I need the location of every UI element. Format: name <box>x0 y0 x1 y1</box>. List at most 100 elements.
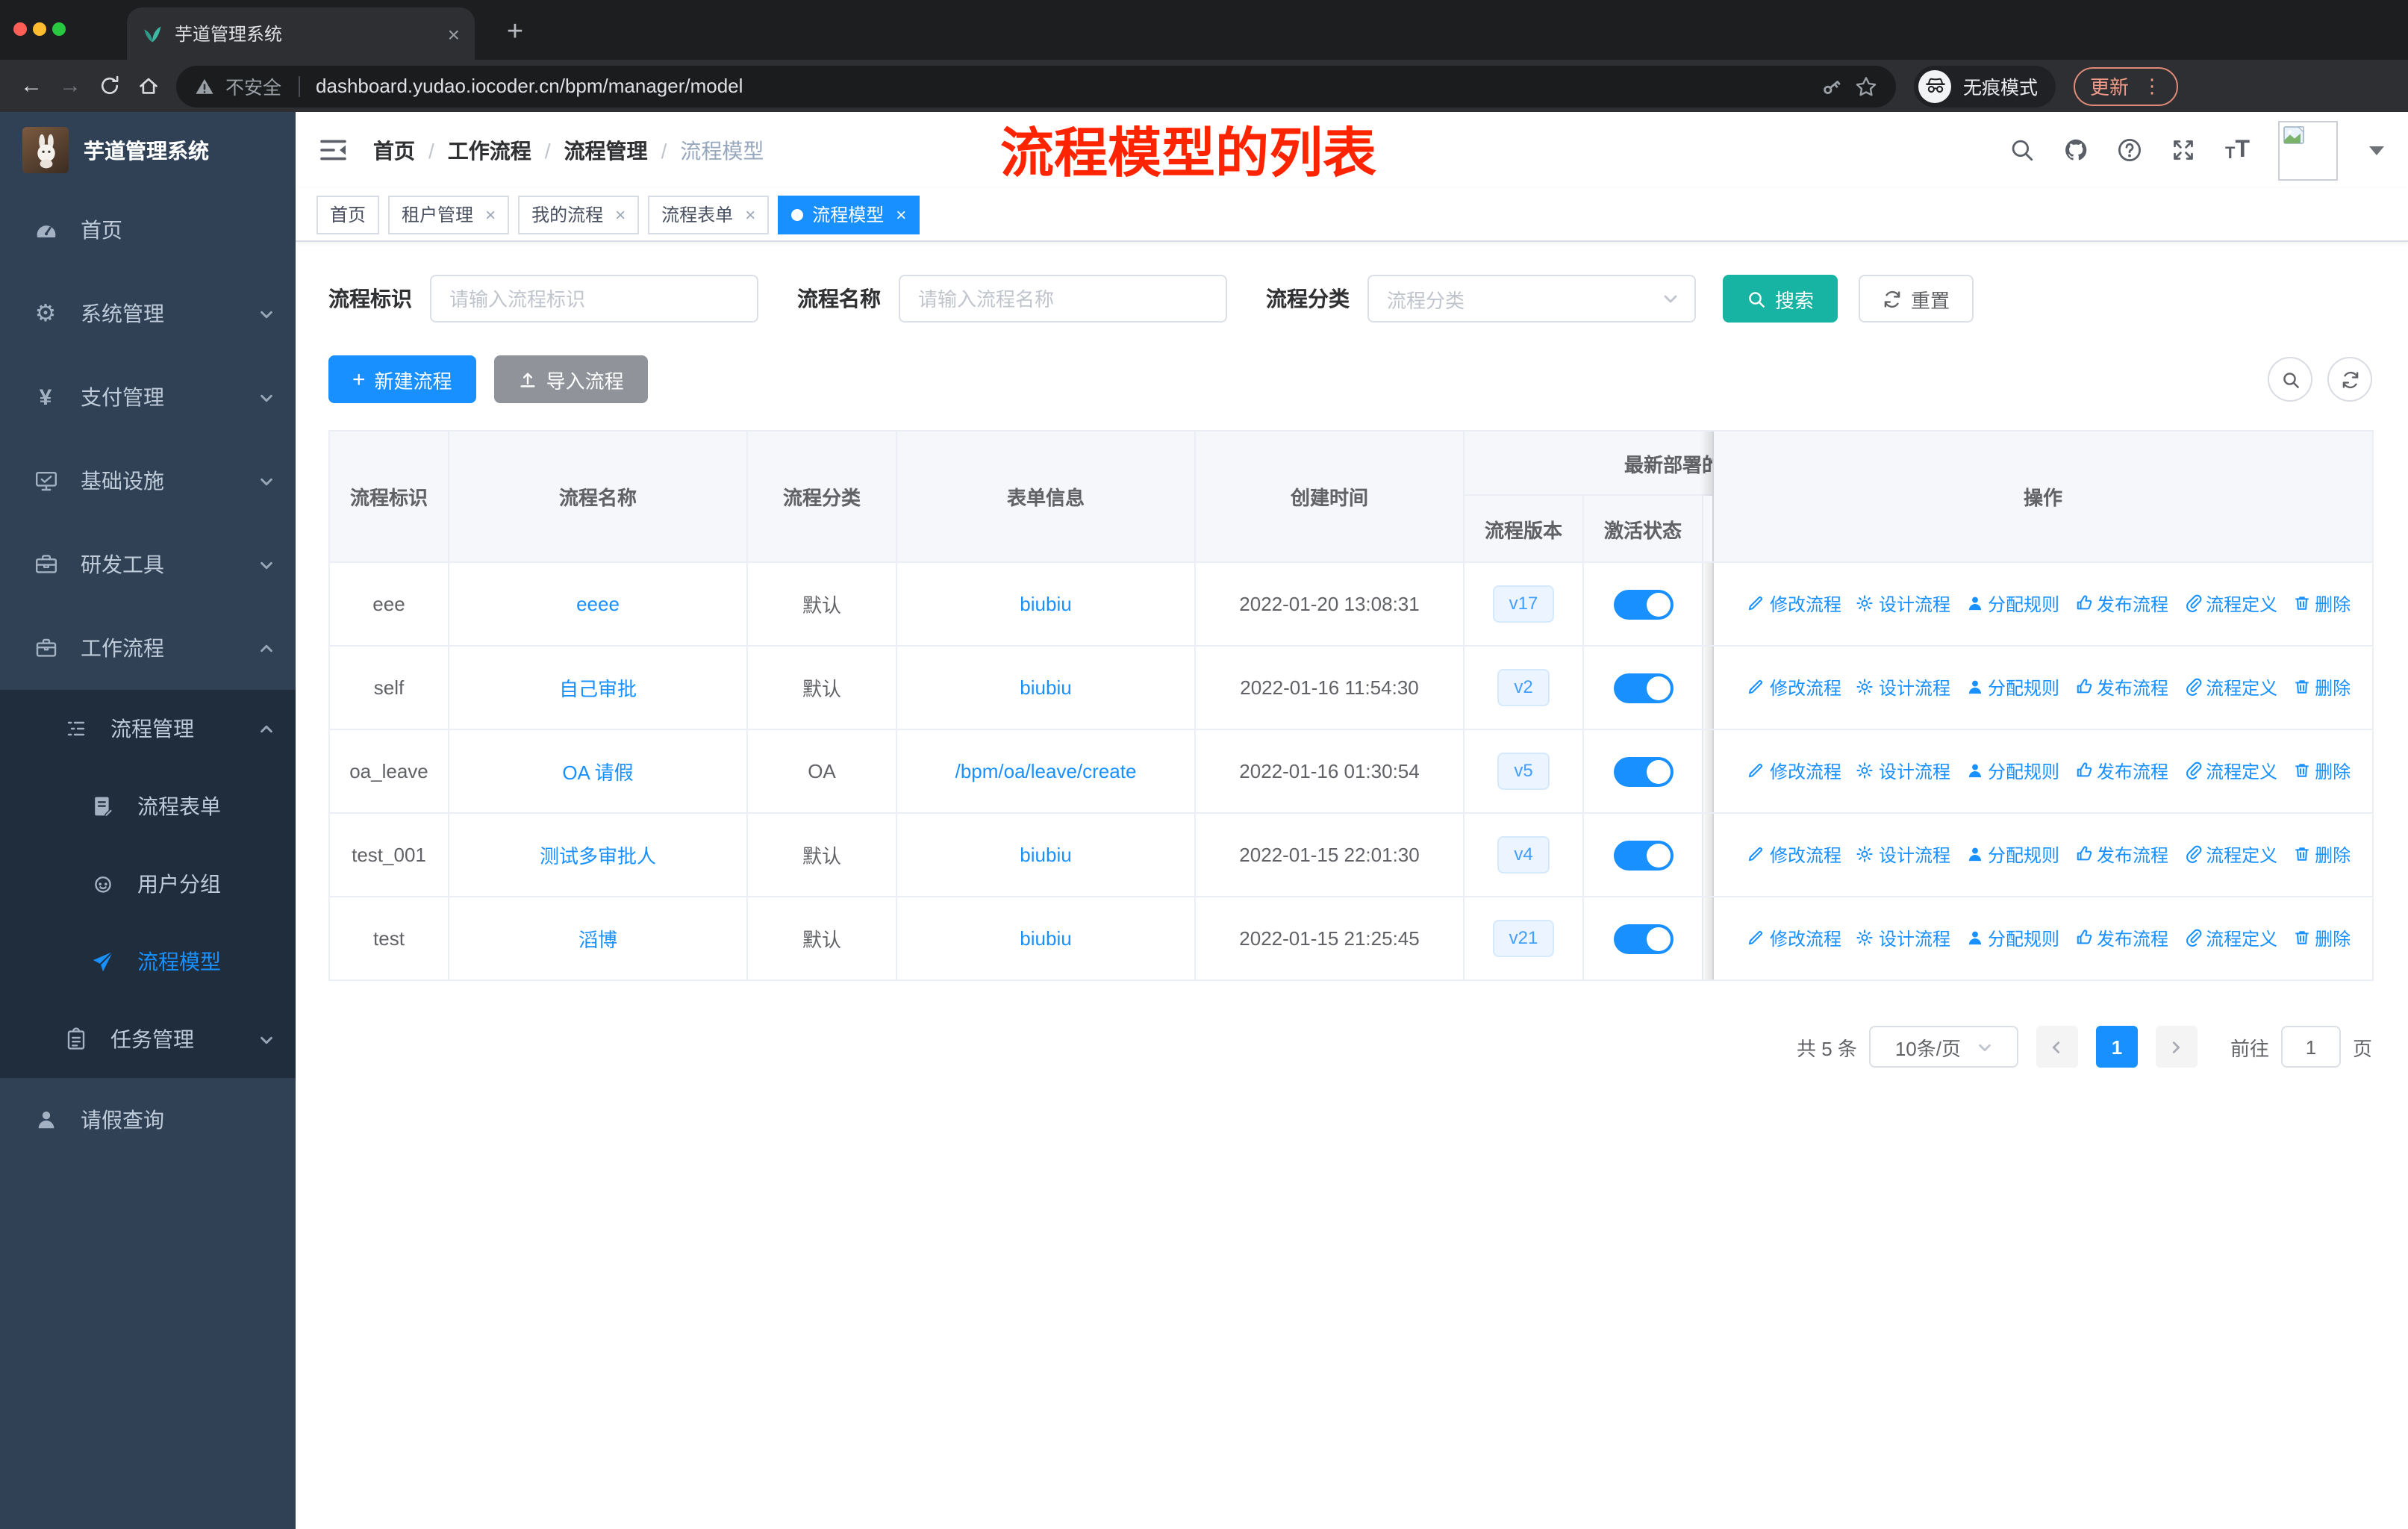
process-name-link[interactable]: 测试多审批人 <box>540 845 656 868</box>
caret-down-icon[interactable] <box>2369 146 2384 155</box>
sidebar-item-system[interactable]: ⚙ 系统管理 <box>0 272 296 355</box>
tag-process-model[interactable]: 流程模型 × <box>778 195 920 234</box>
row-action-edit[interactable]: 修改流程 <box>1747 759 1841 784</box>
breadcrumb-workflow[interactable]: 工作流程 <box>448 135 531 165</box>
create-process-button[interactable]: + 新建流程 <box>328 355 476 403</box>
refresh-table-button[interactable] <box>2327 357 2372 402</box>
tab-close-icon[interactable]: × <box>448 22 460 46</box>
row-action-edit[interactable]: 修改流程 <box>1747 926 1841 951</box>
avatar[interactable] <box>2278 120 2338 180</box>
window-minimize-button[interactable] <box>33 22 46 36</box>
process-name-link[interactable]: OA 请假 <box>562 762 633 784</box>
page-size-select[interactable]: 10条/页 <box>1868 1026 2018 1068</box>
search-icon[interactable] <box>2010 137 2036 163</box>
forward-icon[interactable]: → <box>51 66 90 105</box>
row-action-delete[interactable]: 删除 <box>2292 591 2351 617</box>
row-action-design[interactable]: 设计流程 <box>1856 926 1950 951</box>
sidebar-item-devtools[interactable]: 研发工具 <box>0 523 296 606</box>
process-key-input[interactable] <box>430 275 758 323</box>
home-icon[interactable] <box>128 66 167 105</box>
row-action-design[interactable]: 设计流程 <box>1856 842 1950 868</box>
new-tab-button[interactable]: + <box>496 13 534 52</box>
form-info-link[interactable]: biubiu <box>1020 844 1071 866</box>
row-action-definition[interactable]: 流程定义 <box>2183 842 2277 868</box>
tag-tenant[interactable]: 租户管理 × <box>388 195 510 234</box>
sidebar-item-leave-query[interactable]: 请假查询 <box>0 1078 296 1162</box>
row-action-assign[interactable]: 分配规则 <box>1965 926 2059 951</box>
row-action-edit[interactable]: 修改流程 <box>1747 591 1841 617</box>
reset-button[interactable]: 重置 <box>1859 275 1974 323</box>
help-icon[interactable] <box>2118 137 2143 163</box>
sidebar-item-workflow[interactable]: 工作流程 <box>0 606 296 690</box>
sidebar-item-process-model[interactable]: 流程模型 <box>0 923 296 1000</box>
tag-home[interactable]: 首页 <box>316 195 380 234</box>
sidebar-item-task-manage[interactable]: 任务管理 <box>0 1000 296 1078</box>
active-toggle[interactable] <box>1613 924 1673 953</box>
row-action-design[interactable]: 设计流程 <box>1856 591 1950 617</box>
row-action-assign[interactable]: 分配规则 <box>1965 675 2059 700</box>
key-icon[interactable] <box>1820 74 1844 98</box>
form-info-link[interactable]: biubiu <box>1020 676 1071 699</box>
row-action-edit[interactable]: 修改流程 <box>1747 842 1841 868</box>
active-toggle[interactable] <box>1613 589 1673 619</box>
show-search-button[interactable] <box>2268 357 2312 402</box>
row-action-publish[interactable]: 发布流程 <box>2074 759 2168 784</box>
url-bar[interactable]: 不安全 dashboard.yudao.iocoder.cn/bpm/manag… <box>176 65 1896 107</box>
row-action-assign[interactable]: 分配规则 <box>1965 842 2059 868</box>
browser-menu-icon[interactable]: ⋮ <box>2142 74 2162 98</box>
active-toggle[interactable] <box>1613 673 1673 703</box>
window-zoom-button[interactable] <box>52 22 66 36</box>
breadcrumb-home[interactable]: 首页 <box>373 135 415 165</box>
row-action-definition[interactable]: 流程定义 <box>2183 591 2277 617</box>
breadcrumb-process-manage[interactable]: 流程管理 <box>564 135 648 165</box>
sidebar-item-user-group[interactable]: 用户分组 <box>0 845 296 923</box>
form-info-link[interactable]: biubiu <box>1020 927 1071 950</box>
update-button[interactable]: 更新 ⋮ <box>2074 66 2179 105</box>
sidebar-item-process-manage[interactable]: 流程管理 <box>0 690 296 767</box>
row-action-definition[interactable]: 流程定义 <box>2183 675 2277 700</box>
row-action-assign[interactable]: 分配规则 <box>1965 759 2059 784</box>
bookmark-star-icon[interactable] <box>1854 74 1878 98</box>
row-action-publish[interactable]: 发布流程 <box>2074 842 2168 868</box>
github-icon[interactable] <box>2064 137 2089 163</box>
row-action-publish[interactable]: 发布流程 <box>2074 591 2168 617</box>
process-category-select[interactable]: 流程分类 <box>1367 275 1696 323</box>
row-action-design[interactable]: 设计流程 <box>1856 675 1950 700</box>
process-name-link[interactable]: 自己审批 <box>559 678 637 700</box>
row-action-delete[interactable]: 删除 <box>2292 675 2351 700</box>
process-name-link[interactable]: eeee <box>576 593 620 615</box>
sidebar-item-home[interactable]: 首页 <box>0 188 296 272</box>
back-icon[interactable]: ← <box>12 66 51 105</box>
sidebar-item-payment[interactable]: ¥ 支付管理 <box>0 355 296 439</box>
row-action-publish[interactable]: 发布流程 <box>2074 675 2168 700</box>
row-action-delete[interactable]: 删除 <box>2292 926 2351 951</box>
sidebar-item-process-form[interactable]: 流程表单 <box>0 767 296 845</box>
window-close-button[interactable] <box>13 22 27 36</box>
import-process-button[interactable]: 导入流程 <box>493 355 648 403</box>
close-icon[interactable]: × <box>745 204 755 225</box>
form-info-link[interactable]: /bpm/oa/leave/create <box>955 760 1137 782</box>
next-page-button[interactable] <box>2155 1026 2198 1068</box>
current-page[interactable]: 1 <box>2095 1026 2138 1068</box>
row-action-definition[interactable]: 流程定义 <box>2183 759 2277 784</box>
prev-page-button[interactable] <box>2036 1026 2078 1068</box>
tag-process-form[interactable]: 流程表单 × <box>648 195 770 234</box>
form-info-link[interactable]: biubiu <box>1020 593 1071 615</box>
fullscreen-icon[interactable] <box>2171 137 2197 163</box>
close-icon[interactable]: × <box>485 204 496 225</box>
process-name-link[interactable]: 滔博 <box>578 929 617 951</box>
row-action-definition[interactable]: 流程定义 <box>2183 926 2277 951</box>
row-action-delete[interactable]: 删除 <box>2292 759 2351 784</box>
active-toggle[interactable] <box>1613 840 1673 870</box>
goto-page-input[interactable] <box>2280 1026 2341 1068</box>
close-icon[interactable]: × <box>615 204 626 225</box>
active-toggle[interactable] <box>1613 756 1673 786</box>
row-action-assign[interactable]: 分配规则 <box>1965 591 2059 617</box>
row-action-design[interactable]: 设计流程 <box>1856 759 1950 784</box>
browser-tab[interactable]: 芋道管理系统 × <box>127 7 475 60</box>
reload-icon[interactable] <box>90 66 128 105</box>
tag-my-process[interactable]: 我的流程 × <box>518 195 640 234</box>
sidebar-item-infra[interactable]: 基础设施 <box>0 439 296 523</box>
search-button[interactable]: 搜索 <box>1723 275 1838 323</box>
row-action-edit[interactable]: 修改流程 <box>1747 675 1841 700</box>
